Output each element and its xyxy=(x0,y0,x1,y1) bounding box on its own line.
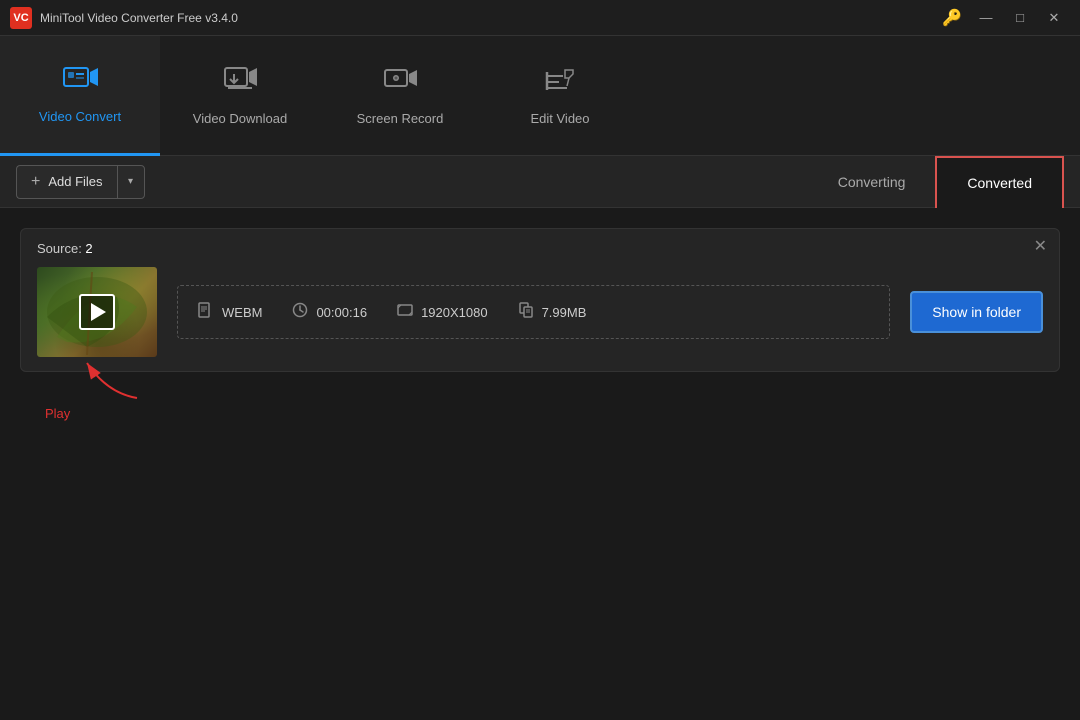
video-download-icon xyxy=(223,66,257,103)
file-size-item: 7.99MB xyxy=(518,302,587,322)
maximize-button[interactable]: □ xyxy=(1004,4,1036,32)
toolbar: + Add Files ▾ Converting Converted xyxy=(0,156,1080,208)
file-info-wrap: WEBM 00:00:16 xyxy=(177,285,890,339)
add-files-plus-icon: + xyxy=(31,173,40,191)
file-format-item: WEBM xyxy=(198,302,262,322)
app-title: MiniTool Video Converter Free v3.4.0 xyxy=(40,11,942,25)
file-resolution-item: 1920X1080 xyxy=(397,302,488,322)
show-in-folder-button[interactable]: Show in folder xyxy=(910,291,1043,333)
add-files-area: + Add Files ▾ xyxy=(16,165,145,199)
thumbnail-wrap xyxy=(37,267,157,357)
edit-video-icon xyxy=(543,66,577,103)
content-area: Source: 2 ✕ xyxy=(0,208,1080,720)
add-files-dropdown-button[interactable]: ▾ xyxy=(117,165,145,199)
nav-video-convert[interactable]: Video Convert xyxy=(0,36,160,156)
chevron-down-icon: ▾ xyxy=(128,176,133,187)
close-card-button[interactable]: ✕ xyxy=(1034,239,1047,255)
format-icon xyxy=(198,302,214,322)
nav-screen-record[interactable]: Screen Record xyxy=(320,36,480,156)
add-files-label: Add Files xyxy=(48,174,102,189)
tab-converting[interactable]: Converting xyxy=(808,156,936,208)
file-card: Source: 2 ✕ xyxy=(20,228,1060,372)
nav-edit-video[interactable]: Edit Video xyxy=(480,36,640,156)
play-button[interactable] xyxy=(79,294,115,330)
file-size-value: 7.99MB xyxy=(542,305,587,320)
titlebar: VC MiniTool Video Converter Free v3.4.0 … xyxy=(0,0,1080,36)
file-format-value: WEBM xyxy=(222,305,262,320)
nav-edit-video-label: Edit Video xyxy=(530,111,589,126)
nav-video-convert-label: Video Convert xyxy=(39,109,121,124)
app-logo: VC xyxy=(10,7,32,29)
play-arrow-annotation xyxy=(67,353,147,403)
video-convert-icon xyxy=(62,64,98,101)
nav-video-download[interactable]: Video Download xyxy=(160,36,320,156)
navbar: Video Convert Video Download Screen Reco… xyxy=(0,36,1080,156)
duration-icon xyxy=(292,302,308,322)
file-resolution-value: 1920X1080 xyxy=(421,305,488,320)
screen-record-icon xyxy=(383,66,417,103)
close-button[interactable]: ✕ xyxy=(1038,4,1070,32)
tab-area: Converting Converted xyxy=(808,156,1064,207)
file-duration-item: 00:00:16 xyxy=(292,302,367,322)
file-duration-value: 00:00:16 xyxy=(316,305,367,320)
window-controls: — □ ✕ xyxy=(970,4,1070,32)
nav-screen-record-label: Screen Record xyxy=(357,111,444,126)
minimize-button[interactable]: — xyxy=(970,4,1002,32)
nav-video-download-label: Video Download xyxy=(193,111,287,126)
tab-converted[interactable]: Converted xyxy=(935,156,1064,208)
filesize-icon xyxy=(518,302,534,322)
add-files-button[interactable]: + Add Files xyxy=(16,165,117,199)
play-label: Play xyxy=(45,406,70,421)
thumbnail-area: Play xyxy=(37,243,177,357)
key-icon: 🔑 xyxy=(942,8,962,28)
resolution-icon xyxy=(397,302,413,322)
